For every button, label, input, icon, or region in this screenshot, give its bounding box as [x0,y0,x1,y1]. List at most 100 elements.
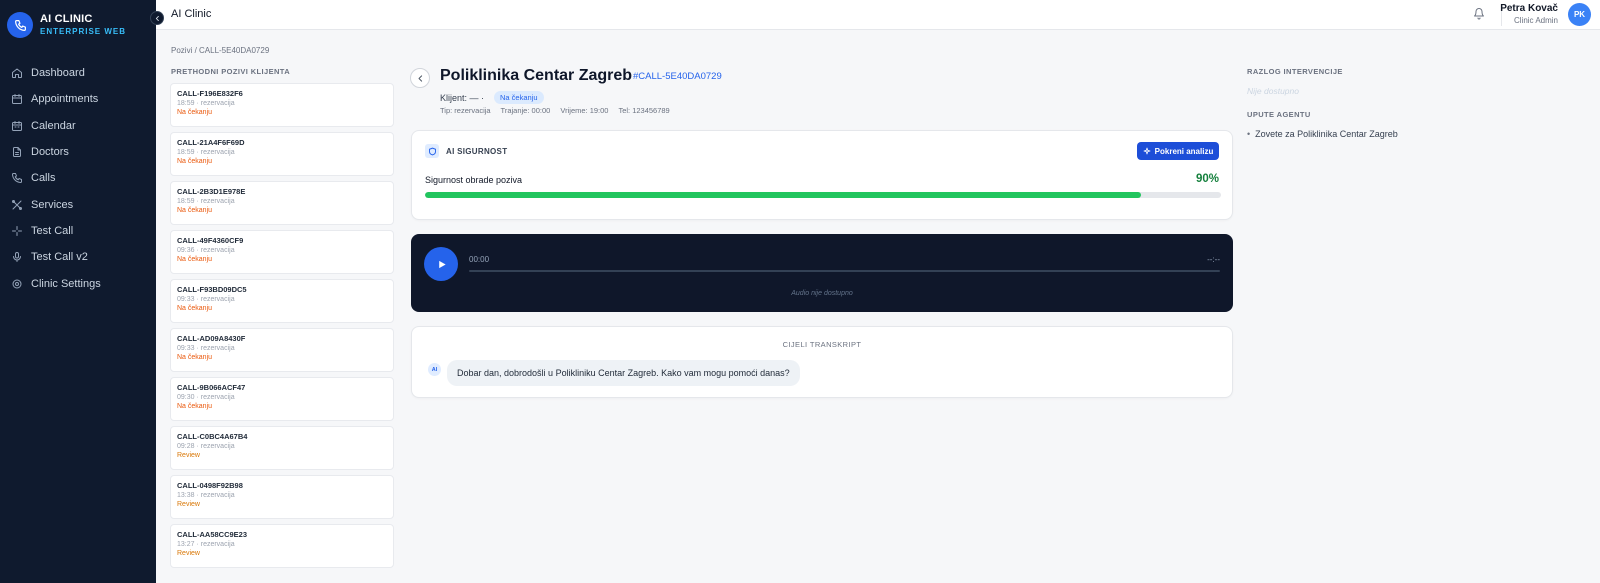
sidebar-nav: Dashboard Appointments Calendar Doctors … [0,60,156,297]
call-meta: 09:33 · rezervacija [177,295,235,303]
document-icon [13,147,21,158]
sidebar-item-dashboard[interactable]: Dashboard [0,60,156,86]
sidebar: AI CLINIC ENTERPRISE WEB Dashboard Appoi… [0,0,156,583]
call-id: CALL-C0BC4A67B4 [177,432,248,441]
call-id: CALL-9B066ACF47 [177,383,246,392]
call-meta: 09:36 · rezervacija [177,246,235,254]
calendar-icon [12,120,22,131]
call-id: CALL-0498F92B98 [177,481,243,490]
list-item[interactable]: CALL-2B3D1E978E 18:59 · rezervacija Na č… [170,181,394,225]
call-meta: 13:38 · rezervacija [177,491,235,499]
topbar: AI Clinic Petra Kovač Clinic Admin PK [156,0,1600,30]
tools-icon [12,199,22,210]
user-role: Clinic Admin [1513,16,1558,25]
call-meta: 09:28 · rezervacija [177,442,235,450]
sidebar-item-label: Doctors [31,146,69,159]
call-meta: 13:27 · rezervacija [177,540,235,548]
client-line: Klijent: — · Na čekanju [440,91,544,104]
call-status: Review [177,501,200,509]
client-label: Klijent: — · [440,92,485,103]
play-button[interactable] [424,247,458,281]
list-item[interactable]: CALL-C0BC4A67B4 09:28 · rezervacija Revi… [170,426,394,470]
call-meta: 18:59 · rezervacija [177,99,235,107]
chevron-left-icon [418,74,422,82]
call-id: CALL-F196E832F6 [177,89,243,98]
call-meta: 18:59 · rezervacija [177,148,235,156]
list-item[interactable]: CALL-49F4360CF9 09:36 · rezervacija Na č… [170,230,394,274]
intervention-title: RAZLOG INTERVENCIJE [1247,67,1343,76]
list-item[interactable]: CALL-9B066ACF47 09:30 · rezervacija Na č… [170,377,394,421]
sparkle-icon [1143,147,1151,155]
list-item[interactable]: CALL-F93BD09DC5 09:33 · rezervacija Na č… [170,279,394,323]
sidebar-item-label: Calls [31,172,56,185]
breadcrumb[interactable]: Pozivi / CALL-5E40DA0729 [171,46,269,55]
sidebar-item-test-call[interactable]: Test Call [0,218,156,244]
confidence-progress [425,192,1221,198]
call-status: Review [177,550,200,558]
transcript-title: CIJELI TRANSKRIPT [782,340,862,349]
brand[interactable]: AI CLINIC ENTERPRISE WEB [0,0,156,50]
sidebar-item-calendar[interactable]: Calendar [0,113,156,139]
back-button[interactable] [410,68,430,88]
sidebar-item-label: Services [31,198,74,211]
call-status: Na čekanju [177,305,213,313]
call-code: #CALL-5E40DA0729 [633,71,722,82]
bell-icon [1474,8,1484,20]
sidebar-item-clinic-settings[interactable]: Clinic Settings [0,270,156,296]
sidebar-item-doctors[interactable]: Doctors [0,139,156,165]
call-status: Na čekanju [177,109,213,117]
ai-speaker-avatar: AI [428,363,441,376]
sidebar-item-services[interactable]: Services [0,191,156,217]
brand-title: AI CLINIC [40,13,93,26]
list-item[interactable]: CALL-F196E832F6 18:59 · rezervacija Na č… [170,83,394,127]
instruction-text: Zovete za Poliklinika Centar Zagreb [1255,129,1398,139]
call-phone: Tel: 123456789 [618,106,670,115]
audio-end-time: --:-- [1207,255,1220,264]
instructions-title: UPUTE AGENTU [1247,110,1311,119]
instruction-item: • Zovete za Poliklinika Centar Zagreb [1247,129,1398,139]
call-status: Na čekanju [177,256,213,264]
call-id: CALL-49F4360CF9 [177,236,244,245]
notifications-button[interactable] [1473,7,1485,23]
call-meta: 09:30 · rezervacija [177,393,235,401]
app-title: AI Clinic [171,8,212,20]
list-item[interactable]: CALL-21A4F6F69D 18:59 · rezervacija Na č… [170,132,394,176]
call-status: Review [177,452,200,460]
run-analysis-button[interactable]: Pokreni analizu [1137,142,1219,160]
home-icon [12,68,22,79]
sidebar-collapse-button[interactable] [150,11,164,25]
status-badge: Na čekanju [494,91,544,104]
call-duration: Trajanje: 00:00 [500,106,551,115]
call-id: CALL-F93BD09DC5 [177,285,247,294]
audio-scrubber[interactable] [469,270,1220,272]
user-menu[interactable]: Petra Kovač Clinic Admin [1500,3,1558,26]
previous-calls-list: CALL-F196E832F6 18:59 · rezervacija Na č… [170,83,394,573]
list-item[interactable]: CALL-AA58CC9E23 13:27 · rezervacija Revi… [170,524,394,568]
user-name: Petra Kovač [1500,3,1558,14]
brand-subtitle: ENTERPRISE WEB [40,26,127,36]
sidebar-item-label: Dashboard [31,67,85,80]
list-item[interactable]: CALL-0498F92B98 13:38 · rezervacija Revi… [170,475,394,519]
call-details: Tip: rezervacija Trajanje: 00:00 Vrijeme… [440,106,678,115]
sidebar-item-calls[interactable]: Calls [0,165,156,191]
avatar[interactable]: PK [1568,3,1591,26]
list-item[interactable]: CALL-AD09A8430F 09:33 · rezervacija Na č… [170,328,394,372]
audio-player: 00:00 --:-- Audio nije dostupno [411,234,1233,312]
gear-icon [12,279,22,289]
sidebar-item-label: Calendar [31,119,76,132]
phone-logo-icon [7,12,33,38]
sidebar-item-appointments[interactable]: Appointments [0,86,156,112]
sidebar-item-test-call-v2[interactable]: Test Call v2 [0,244,156,270]
chevron-left-icon [155,15,159,21]
previous-calls-header: PRETHODNI POZIVI KLIJENTA [171,67,291,76]
transcript-message: Dobar dan, dobrodošli u Polikliniku Cent… [447,360,800,386]
call-id: CALL-21A4F6F69D [177,138,245,147]
microphone-icon [13,252,21,263]
sparkle-icon [12,225,22,236]
confidence-progress-fill [425,192,1142,198]
call-type: Tip: rezervacija [440,106,491,115]
call-status: Na čekanju [177,158,213,166]
sidebar-item-label: Test Call v2 [31,251,88,264]
ai-security-card: AI SIGURNOST Pokreni analizu Sigurnost o… [411,130,1233,220]
bullet: • [1247,129,1251,139]
